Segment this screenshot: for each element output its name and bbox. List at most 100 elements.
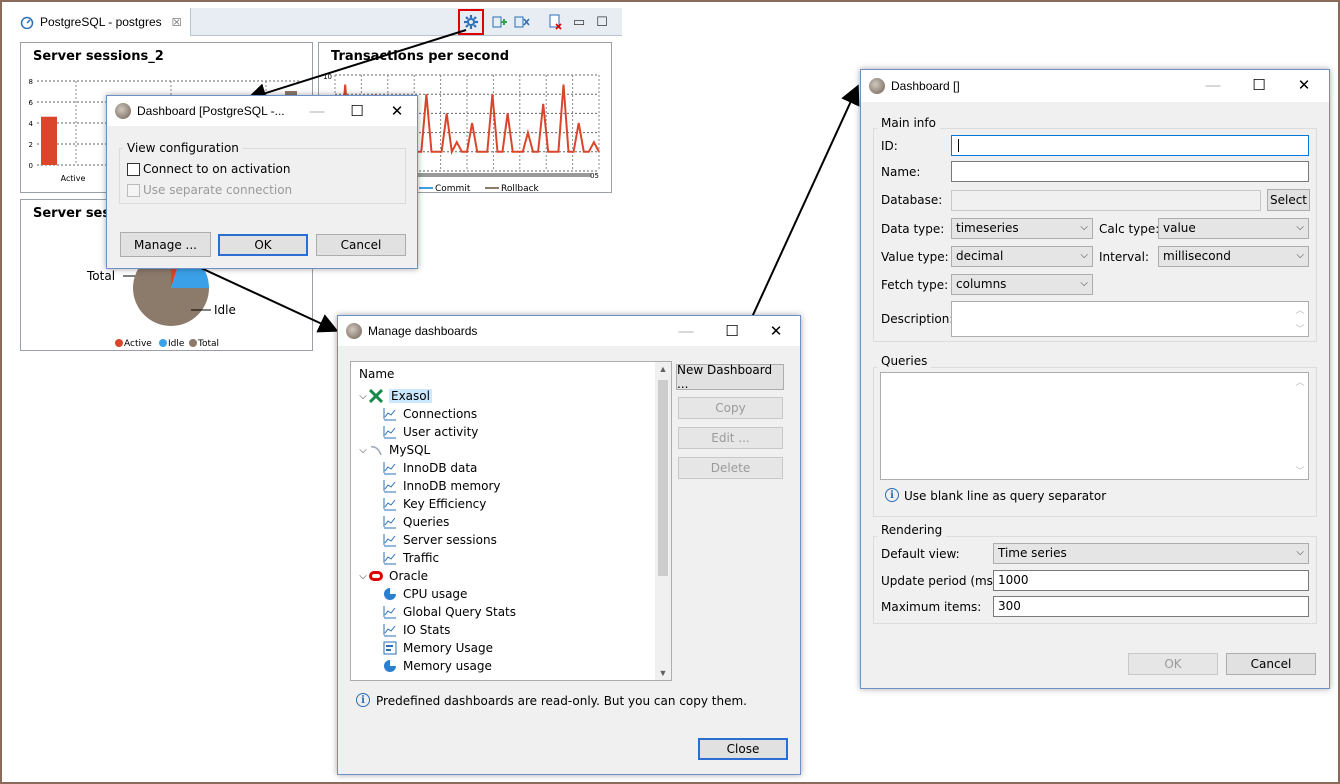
tree-item[interactable]: Key Efficiency [383,495,486,513]
tree-item-label: User activity [403,425,479,439]
scroll-down-icon[interactable]: ﹀ [1292,322,1308,335]
data-type-label: Data type: [881,222,945,236]
calc-type-select[interactable]: value ⌵ [1158,218,1309,239]
cancel-button[interactable]: Cancel [316,234,406,256]
tree-item[interactable]: Memory usage [383,657,492,675]
connect-on-activation-checkbox[interactable] [127,163,140,176]
maximize-icon[interactable]: ☐ [1239,70,1279,100]
tree-item[interactable]: IO Stats [383,621,450,639]
dbeaver-icon [346,323,362,339]
maximize-icon[interactable]: ☐ [337,96,377,126]
copy-button[interactable]: Copy [678,397,783,419]
tree-item-label: Global Query Stats [403,605,517,619]
ok-button[interactable]: OK [218,234,308,256]
scroll-down-icon[interactable]: ﹀ [1292,464,1308,477]
tree-item-label: CPU usage [403,587,468,601]
chevron-down-icon: ⌵ [1080,250,1088,261]
text-cursor [958,139,959,152]
description-field[interactable]: ︿ ﹀ [951,301,1309,337]
tree-item-label: Queries [403,515,450,529]
scroll-down-icon[interactable]: ▼ [655,668,671,678]
tree-item[interactable]: InnoDB data [383,459,477,477]
chevron-down-icon: ⌵ [1296,547,1304,558]
separate-connection-checkbox[interactable] [127,184,140,197]
manage-button[interactable]: Manage ... [120,232,211,257]
database-field[interactable] [951,190,1261,211]
tree-item-label: MySQL [389,443,431,457]
chevron-down-icon[interactable]: ⌵ [357,445,369,456]
description-scrollbar[interactable]: ︿ ﹀ [1292,302,1308,336]
tree-item[interactable]: Queries [383,513,449,531]
tree-item-label: Traffic [403,551,440,565]
dialog-title: Dashboard [PostgreSQL -... [137,104,285,118]
name-label: Name: [881,165,921,179]
tree-item[interactable]: Server sessions [383,531,497,549]
select-database-button[interactable]: Select [1267,189,1310,211]
close-icon[interactable]: ✕ [1284,70,1324,100]
edit-button[interactable]: Edit ... [678,427,783,449]
dialog-titlebar: Dashboard [PostgreSQL -... — ☐ ✕ [107,96,417,126]
cancel-button[interactable]: Cancel [1226,653,1316,675]
scroll-up-icon[interactable]: ︿ [1292,375,1308,388]
tree-item[interactable]: Traffic [383,549,439,567]
chevron-down-icon[interactable]: ⌵ [357,391,369,402]
dashboards-tree[interactable]: Name ⌵ Exasol Connections User activity ⌵ MyS… [350,361,672,681]
line-chart-icon [383,623,397,637]
name-field[interactable] [951,161,1309,182]
value-type-label: Value type: [881,250,949,264]
id-field[interactable] [951,135,1309,156]
info-icon: i [356,693,370,707]
queries-field[interactable]: ︿ ﹀ [880,372,1309,480]
tree-item-label: InnoDB memory [403,479,501,493]
tree-item-label: IO Stats [403,623,451,637]
tree-item[interactable]: Memory Usage [383,639,493,657]
dialog-title: Dashboard [] [891,79,960,93]
close-icon[interactable]: ✕ [377,96,417,126]
chevron-down-icon[interactable]: ⌵ [357,571,369,582]
fetch-type-select[interactable]: columns ⌵ [951,274,1093,295]
description-label: Description: [881,312,954,326]
value-type-select[interactable]: decimal ⌵ [951,246,1093,267]
tree-item[interactable]: CPU usage [383,585,467,603]
interval-select[interactable]: millisecond ⌵ [1158,246,1309,267]
tree-group-item[interactable]: ⌵ MySQL [357,441,430,459]
chevron-down-icon: ⌵ [1296,222,1304,233]
new-dashboard-button[interactable]: New Dashboard ... [676,363,784,391]
tree-item-label: Exasol [389,389,432,403]
line-chart-icon [383,479,397,493]
scroll-thumb[interactable] [658,380,668,576]
tree-group-item[interactable]: ⌵ Oracle [357,567,428,585]
dashboard-editor-dialog: Dashboard [] — ☐ ✕ Main info ID: Name: D… [860,69,1330,689]
scroll-up-icon[interactable]: ▲ [655,364,671,374]
data-type-select[interactable]: timeseries ⌵ [951,218,1093,239]
tree-scrollbar[interactable]: ▲ ▼ [655,362,671,680]
scroll-up-icon[interactable]: ︿ [1292,303,1308,316]
ok-button[interactable]: OK [1128,653,1218,675]
tree-item[interactable]: InnoDB memory [383,477,501,495]
maximum-items-field[interactable]: 300 [993,596,1309,617]
close-button[interactable]: Close [698,738,788,760]
line-chart-icon [383,461,397,475]
minimize-icon[interactable]: — [297,96,337,126]
close-icon[interactable]: ✕ [756,316,796,346]
tree-item[interactable]: Global Query Stats [383,603,516,621]
tree-item[interactable]: User activity [383,423,478,441]
delete-button[interactable]: Delete [678,457,783,479]
default-view-select[interactable]: Time series ⌵ [993,543,1309,564]
update-period-field[interactable]: 1000 [993,570,1309,591]
tree-group-item[interactable]: ⌵ Exasol [357,387,432,405]
dialog-titlebar: Dashboard [] — ☐ ✕ [861,70,1329,102]
minimize-icon[interactable]: — [666,316,706,346]
line-chart-icon [383,605,397,619]
line-chart-icon [383,533,397,547]
calc-type-label: Calc type: [1099,222,1160,236]
fetch-type-label: Fetch type: [881,278,949,292]
line-chart-icon [383,407,397,421]
chevron-down-icon: ⌵ [1080,278,1088,289]
tree-item[interactable]: Connections [383,405,477,423]
group-label: Main info [877,116,940,130]
queries-scrollbar[interactable]: ︿ ﹀ [1292,373,1308,479]
minimize-icon[interactable]: — [1193,70,1233,100]
pie-chart-icon [383,659,397,673]
maximize-icon[interactable]: ☐ [712,316,752,346]
